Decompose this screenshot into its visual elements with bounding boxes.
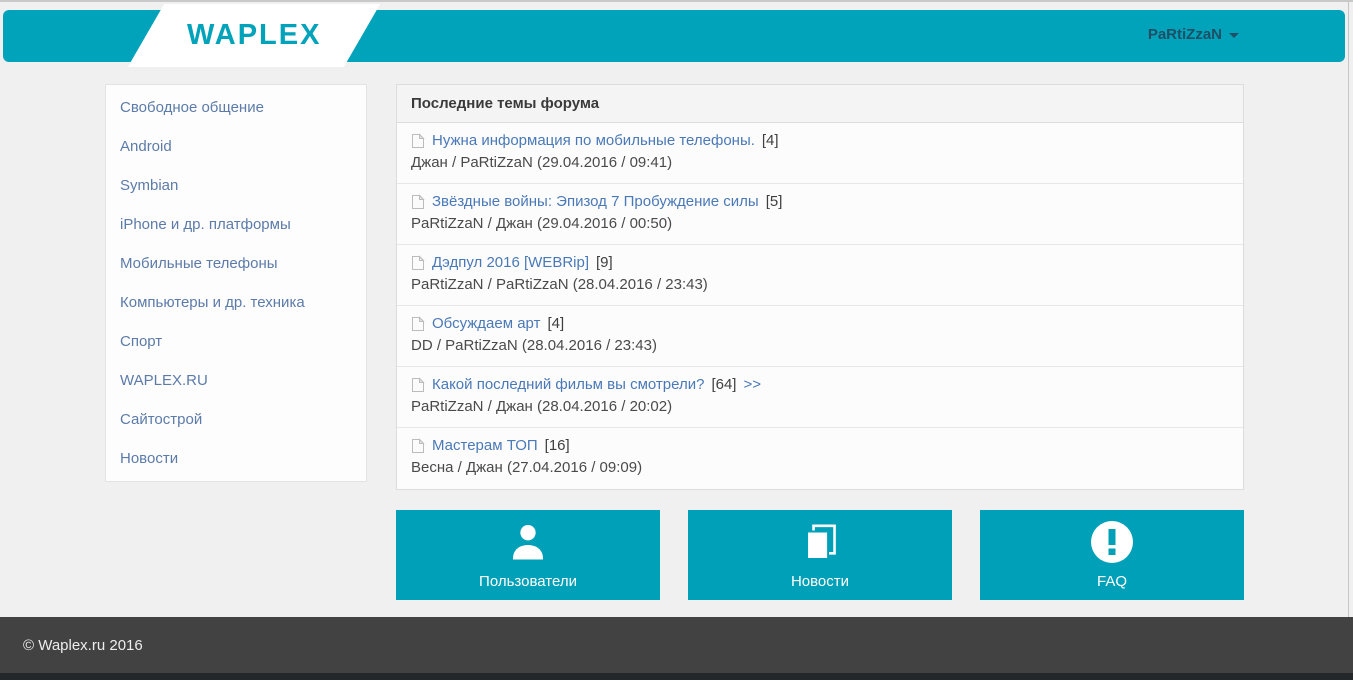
caret-down-icon [1229,33,1239,38]
topic-link[interactable]: Обсуждаем арт [432,315,540,332]
sidebar: Свободное общение Android Symbian iPhone… [105,84,367,482]
sidebar-item-sitebuilding[interactable]: Сайтострой [106,400,366,439]
topic-row: Нужна информация по мобильные телефоны. … [397,123,1243,184]
topic-reply-count: [9] [596,254,613,271]
sidebar-item-free-talk[interactable]: Свободное общение [106,88,366,127]
faq-button-label: FAQ [1097,573,1127,590]
page-icon [411,255,425,271]
sidebar-item-symbian[interactable]: Symbian [106,166,366,205]
news-button[interactable]: Новости [688,510,952,600]
topic-row: Обсуждаем арт [4] DD / PaRtiZzaN (28.04.… [397,306,1243,367]
user-icon [508,520,548,564]
topic-link[interactable]: Мастерам ТОП [432,437,538,454]
topic-byline: Весна / Джан (27.04.2016 / 09:09) [411,459,1229,476]
topic-byline: DD / PaRtiZzaN (28.04.2016 / 23:43) [411,337,1229,354]
topic-row: Дэдпул 2016 [WEBRip] [9] PaRtiZzaN / PaR… [397,245,1243,306]
topic-byline: PaRtiZzaN / Джан (28.04.2016 / 20:02) [411,398,1229,415]
sidebar-item-android[interactable]: Android [106,127,366,166]
sidebar-item-news[interactable]: Новости [106,439,366,478]
copyright-text: © Waplex.ru 2016 [23,637,143,654]
topic-reply-count: [16] [545,437,570,454]
username: PaRtiZzaN [1148,26,1222,43]
logo[interactable]: WAPLEX [128,4,380,67]
topic-more-link[interactable]: >> [743,376,761,393]
topic-link[interactable]: Дэдпул 2016 [WEBRip] [432,254,589,271]
topic-byline: Джан / PaRtiZzaN (29.04.2016 / 09:41) [411,154,1229,171]
topic-reply-count: [5] [766,193,783,210]
topic-row: Мастерам ТОП [16] Весна / Джан (27.04.20… [397,428,1243,489]
topic-link[interactable]: Звёздные войны: Эпизод 7 Пробуждение сил… [432,193,759,210]
page-icon [411,133,425,149]
faq-button[interactable]: FAQ [980,510,1244,600]
users-button-label: Пользователи [479,573,577,590]
quick-links: Пользователи Новости FAQ [396,510,1244,600]
news-button-label: Новости [791,573,849,590]
book-icon [799,520,841,564]
topic-row: Какой последний фильм вы смотрели? [64] … [397,367,1243,428]
topic-link[interactable]: Нужна информация по мобильные телефоны. [432,132,755,149]
users-button[interactable]: Пользователи [396,510,660,600]
page-icon [411,377,425,393]
exclamation-circle-icon [1090,520,1134,564]
sidebar-item-iphone[interactable]: iPhone и др. платформы [106,205,366,244]
panel-title: Последние темы форума [397,85,1243,123]
logo-text: WAPLEX [187,19,321,52]
sidebar-item-mobile-phones[interactable]: Мобильные телефоны [106,244,366,283]
bottom-strip [0,673,1353,680]
sidebar-item-sport[interactable]: Спорт [106,322,366,361]
sidebar-item-computers[interactable]: Компьютеры и др. техника [106,283,366,322]
page-icon [411,194,425,210]
topic-reply-count: [64] [711,376,736,393]
topic-byline: PaRtiZzaN / Джан (29.04.2016 / 00:50) [411,215,1229,232]
footer: © Waplex.ru 2016 [0,617,1353,673]
right-edge-line [1348,2,1349,617]
topic-link[interactable]: Какой последний фильм вы смотрели? [432,376,704,393]
topic-reply-count: [4] [547,315,564,332]
sidebar-item-waplex-ru[interactable]: WAPLEX.RU [106,361,366,400]
latest-topics-panel: Последние темы форума Нужна информация п… [396,84,1244,490]
topic-byline: PaRtiZzaN / PaRtiZzaN (28.04.2016 / 23:4… [411,276,1229,293]
page-icon [411,316,425,332]
top-border-line [0,0,1353,2]
page: WAPLEX PaRtiZzaN Свободное общение Andro… [0,0,1353,680]
user-menu-dropdown[interactable]: PaRtiZzaN [1148,26,1239,43]
topic-reply-count: [4] [762,132,779,149]
topic-row: Звёздные войны: Эпизод 7 Пробуждение сил… [397,184,1243,245]
page-icon [411,438,425,454]
